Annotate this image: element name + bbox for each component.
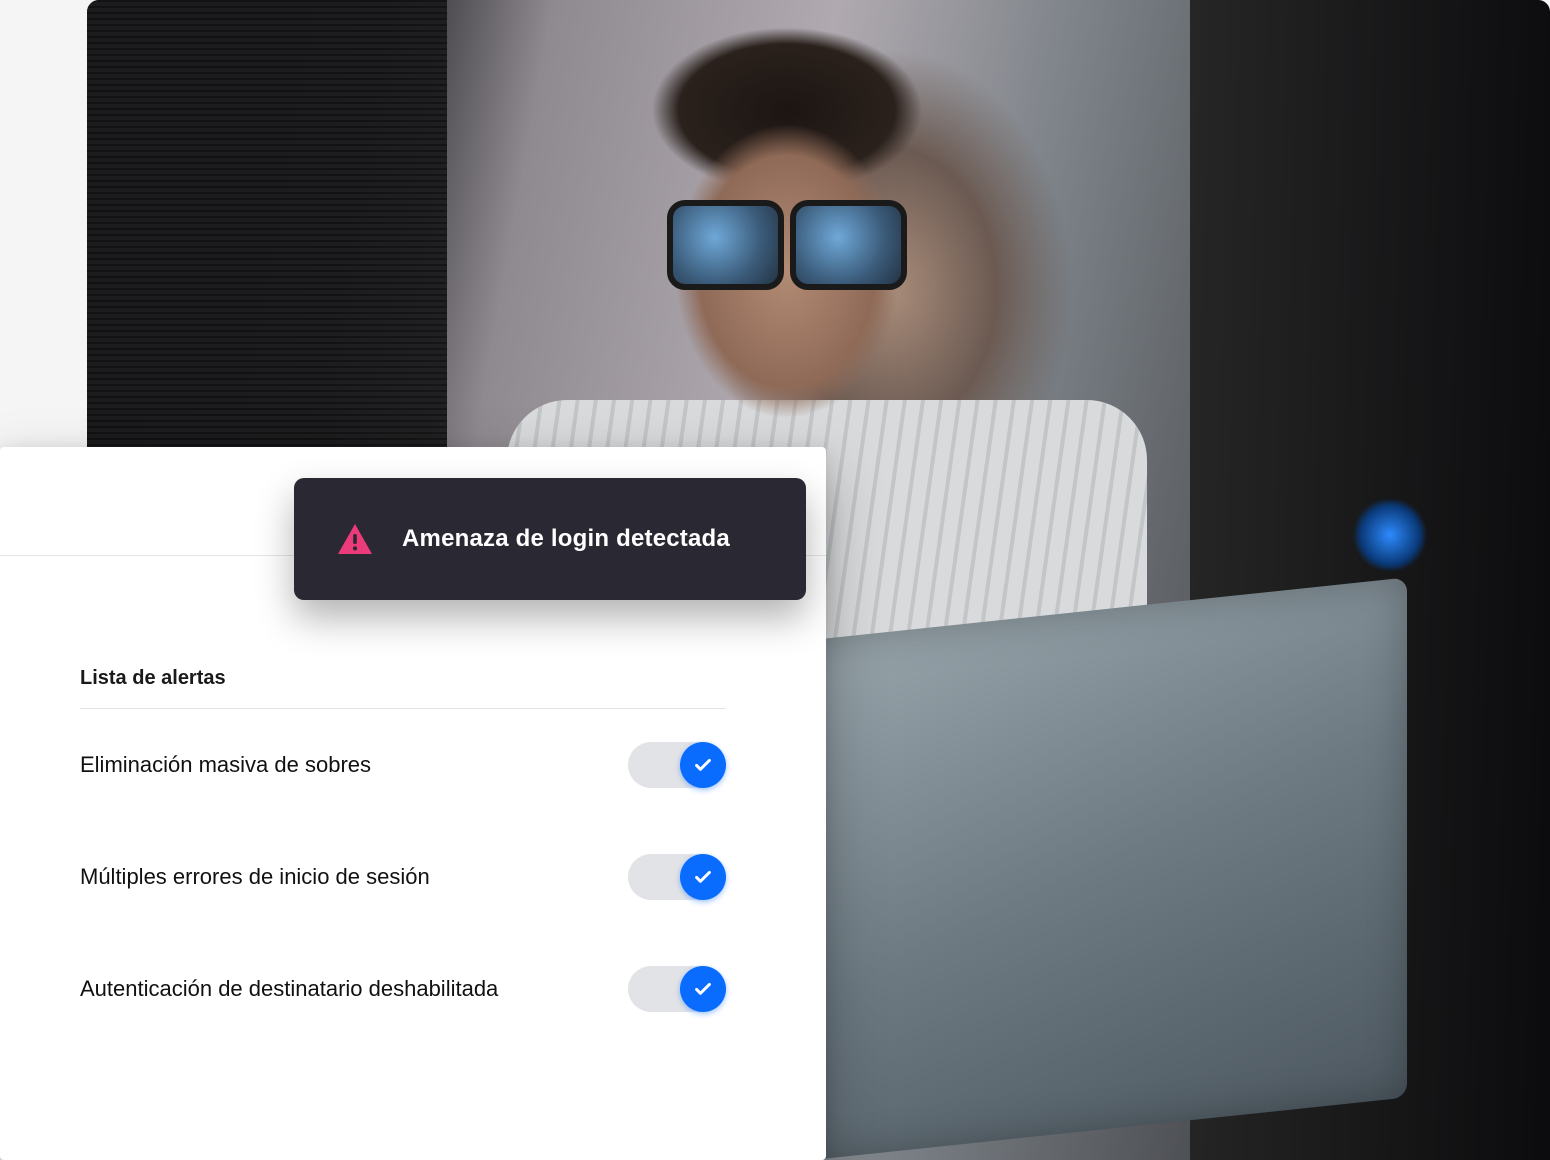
toggle-knob [680,966,726,1012]
toggle-knob [680,854,726,900]
person-glasses [667,200,907,280]
alerts-section: Lista de alertas Eliminación masiva de s… [80,667,726,1045]
alert-label: Múltiples errores de inicio de sesión [80,864,430,890]
alert-row-auth-disabled: Autenticación de destinatario deshabilit… [80,933,726,1045]
alert-label: Eliminación masiva de sobres [80,752,371,778]
threat-alert-message: Amenaza de login detectada [402,525,730,553]
alert-toggle-auth-disabled[interactable] [628,966,726,1012]
alert-row-login-errors: Múltiples errores de inicio de sesión [80,821,726,933]
laptop [787,577,1407,1160]
check-icon [692,978,714,1000]
server-led-light [1350,500,1430,570]
warning-triangle-icon [336,520,374,558]
alerts-heading: Lista de alertas [80,667,726,709]
alert-toggle-bulk-delete[interactable] [628,742,726,788]
alert-label: Autenticación de destinatario deshabilit… [80,976,498,1002]
check-icon [692,866,714,888]
alert-row-bulk-delete: Eliminación masiva de sobres [80,709,726,821]
toggle-knob [680,742,726,788]
check-icon [692,754,714,776]
threat-alert-banner: Amenaza de login detectada [294,478,806,600]
alert-toggle-login-errors[interactable] [628,854,726,900]
